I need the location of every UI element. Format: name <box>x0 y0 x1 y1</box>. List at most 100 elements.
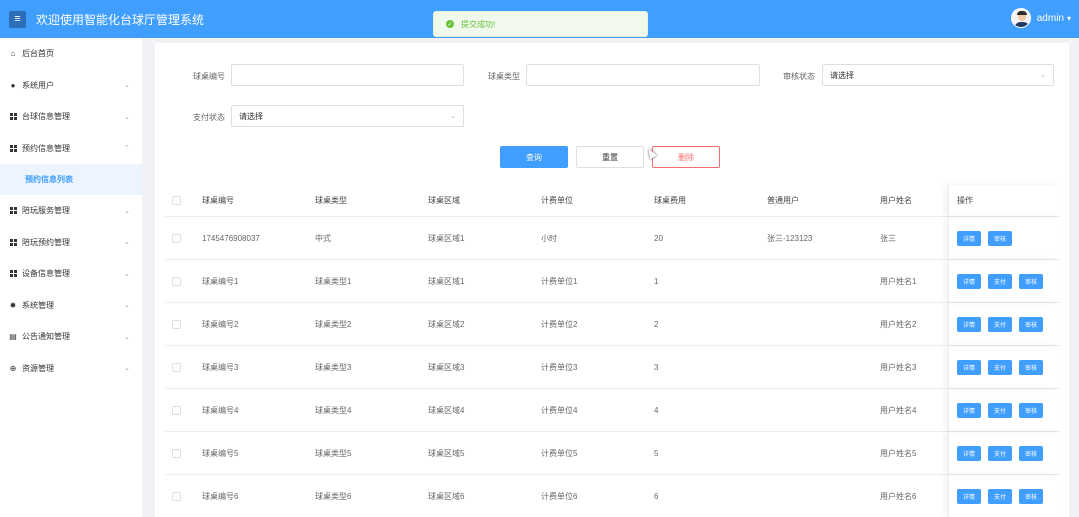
audit-button[interactable]: 审核 <box>1019 445 1044 461</box>
sidebar-item-label: 系统管理 <box>22 300 54 310</box>
sidebar-item-announcements[interactable]: ▤ 公告通知管理 ⌄ <box>0 321 142 353</box>
sidebar-item-label: 预约信息管理 <box>22 143 70 153</box>
select-all-checkbox[interactable] <box>172 196 181 205</box>
row-checkbox[interactable] <box>172 448 181 458</box>
menu-icon[interactable]: ≡ <box>9 10 26 28</box>
home-icon: ⌂ <box>10 49 16 59</box>
detail-button[interactable]: 详情 <box>957 445 982 461</box>
table-area-cell: 球桌区域6 <box>428 491 465 501</box>
detail-button[interactable]: 详情 <box>957 488 982 504</box>
audit-button[interactable]: 审核 <box>1019 402 1044 418</box>
pay-status-select[interactable]: 请选择 ⌄ <box>231 105 464 127</box>
sidebar-item-table-info[interactable]: 台球信息管理 ⌄ <box>0 101 142 133</box>
pay-button[interactable]: 支付 <box>988 273 1013 289</box>
table-fee-cell: 4 <box>654 405 659 415</box>
audit-status-select[interactable]: 请选择 ⌄ <box>822 64 1054 86</box>
user-menu[interactable]: admin ▾ <box>1010 8 1071 28</box>
delete-button[interactable]: 删除 <box>652 146 720 168</box>
table-fee-cell: 5 <box>654 448 659 458</box>
reservation-table: 球桌编号 球桌类型 球桌区域 计费单位 球桌费用 普通用户 用户姓名 操作 17… <box>165 185 1060 517</box>
detail-button[interactable]: 详情 <box>957 402 982 418</box>
pay-button[interactable]: 支付 <box>988 359 1013 375</box>
success-toast: ✓ 提交成功! <box>433 11 648 37</box>
table-area-cell: 球桌区域2 <box>428 319 465 329</box>
query-button[interactable]: 查询 <box>500 146 568 168</box>
grid-icon <box>9 113 17 121</box>
audit-button[interactable]: 审核 <box>1019 488 1044 504</box>
row-checkbox[interactable] <box>172 362 181 372</box>
avatar[interactable] <box>1010 8 1031 28</box>
table-fee-cell: 6 <box>654 491 659 501</box>
detail-button[interactable]: 详情 <box>957 359 982 375</box>
table-area-cell: 球桌区域5 <box>428 448 465 458</box>
table-no-input[interactable] <box>231 64 464 86</box>
pay-button[interactable]: 支付 <box>988 316 1013 332</box>
row-checkbox[interactable] <box>172 233 181 243</box>
billing-unit-cell: 计费单位1 <box>541 276 578 286</box>
chevron-down-icon[interactable]: ▾ <box>1067 14 1071 23</box>
document-icon: ▤ <box>9 332 17 342</box>
table-row: 球桌编号2 球桌类型2 球桌区域2 计费单位2 2 用户姓名2 详情 支付 审核 <box>165 303 1060 346</box>
table-type-cell: 球桌类型2 <box>315 319 352 329</box>
detail-button[interactable]: 详情 <box>957 273 982 289</box>
sidebar-item-home[interactable]: ⌂ 后台首页 <box>0 38 142 70</box>
user-name-cell: 用户姓名2 <box>880 319 917 329</box>
sidebar-item-equipment-info[interactable]: 设备信息管理 ⌄ <box>0 258 142 290</box>
pay-button[interactable]: 支付 <box>988 445 1013 461</box>
grid-icon <box>9 270 17 278</box>
chevron-down-icon: ⌄ <box>124 82 130 90</box>
table-type-cell: 球桌类型6 <box>315 491 352 501</box>
audit-button[interactable]: 审核 <box>1019 359 1044 375</box>
detail-button[interactable]: 详情 <box>957 316 982 332</box>
sidebar-item-label: 设备信息管理 <box>22 269 70 279</box>
app-title: 欢迎使用智能化台球厅管理系统 <box>36 12 205 27</box>
user-name-cell: 用户姓名3 <box>880 362 917 372</box>
column-header: 操作 <box>948 185 1060 216</box>
row-actions: 详情 支付 审核 <box>948 346 1060 388</box>
table-area-cell: 球桌区域1 <box>428 233 465 243</box>
billing-unit-cell: 计费单位3 <box>541 362 578 372</box>
table-no-cell: 球桌编号1 <box>202 276 239 286</box>
plus-circle-icon: ⊕ <box>9 363 17 373</box>
sidebar: ⌂ 后台首页 ● 系统用户 ⌄ 台球信息管理 ⌄ 预约信息管理 ⌃ 预约信息列表… <box>0 38 142 517</box>
sidebar-item-reservation-info[interactable]: 预约信息管理 ⌃ <box>0 133 142 165</box>
billing-unit-cell: 计费单位2 <box>541 319 578 329</box>
grid-icon <box>9 144 17 152</box>
sidebar-item-label: 陪玩预约管理 <box>22 237 70 247</box>
pay-button[interactable]: 支付 <box>988 402 1013 418</box>
reset-button[interactable]: 重置 <box>576 146 644 168</box>
row-checkbox[interactable] <box>172 491 181 501</box>
chevron-down-icon: ⌄ <box>1040 72 1046 79</box>
audit-button[interactable]: 审核 <box>1019 273 1044 289</box>
table-no-cell: 球桌编号4 <box>202 405 239 415</box>
detail-button[interactable]: 详情 <box>957 230 982 246</box>
table-fee-cell: 3 <box>654 362 659 372</box>
audit-button[interactable]: 审核 <box>988 230 1013 246</box>
audit-status-label: 审核状态 <box>783 72 815 81</box>
table-row: 球桌编号6 球桌类型6 球桌区域6 计费单位6 6 用户姓名6 详情 支付 审核 <box>165 475 1060 517</box>
sidebar-item-label: 资源管理 <box>22 363 54 373</box>
column-header: 用户姓名 <box>880 196 912 205</box>
table-row: 球桌编号5 球桌类型5 球桌区域5 计费单位5 5 用户姓名5 详情 支付 审核 <box>165 432 1060 475</box>
sidebar-item-resources[interactable]: ⊕ 资源管理 ⌄ <box>0 353 142 385</box>
username[interactable]: admin <box>1037 13 1064 24</box>
table-type-input[interactable] <box>526 64 760 86</box>
sidebar-subitem-reservation-list[interactable]: 预约信息列表 <box>0 164 142 195</box>
sidebar-item-label: 台球信息管理 <box>22 112 70 122</box>
row-checkbox[interactable] <box>172 319 181 329</box>
chevron-down-icon: ⌄ <box>124 302 130 310</box>
table-no-cell: 球桌编号6 <box>202 491 239 501</box>
user-name-cell: 张三 <box>880 233 896 243</box>
row-checkbox[interactable] <box>172 405 181 415</box>
pay-button[interactable]: 支付 <box>988 488 1013 504</box>
audit-button[interactable]: 审核 <box>1019 316 1044 332</box>
sidebar-item-companion-reservation[interactable]: 陪玩预约管理 ⌄ <box>0 227 142 259</box>
sidebar-item-companion-service[interactable]: 陪玩服务管理 ⌄ <box>0 195 142 227</box>
table-no-cell: 球桌编号2 <box>202 319 239 329</box>
sidebar-item-system-users[interactable]: ● 系统用户 ⌄ <box>0 70 142 102</box>
main-panel: 球桌编号 球桌类型 审核状态 请选择 ⌄ 支付状态 请选择 ⌄ 查询 重置 删除… <box>155 43 1069 517</box>
billing-unit-cell: 计费单位6 <box>541 491 578 501</box>
sidebar-item-system-management[interactable]: ✹ 系统管理 ⌄ <box>0 290 142 322</box>
row-checkbox[interactable] <box>172 276 181 286</box>
table-type-label: 球桌类型 <box>488 72 520 81</box>
